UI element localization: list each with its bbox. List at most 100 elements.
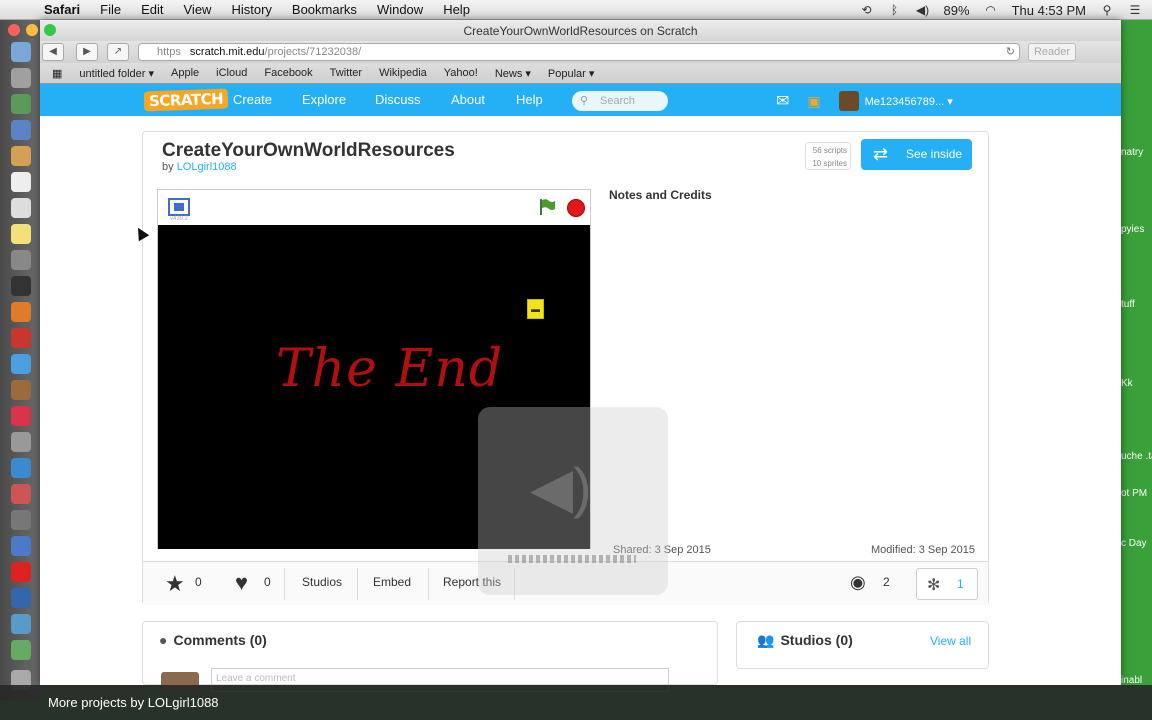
sprite-icon[interactable]: ▬	[527, 299, 544, 319]
desktop-file-label[interactable]: pyies	[1121, 224, 1144, 235]
nav-explore[interactable]: Explore	[302, 92, 346, 107]
wifi-icon[interactable]: ◠	[984, 3, 998, 17]
love-heart-icon[interactable]: ♥	[235, 570, 248, 596]
menu-window[interactable]: Window	[377, 2, 423, 17]
bookmark-news[interactable]: News ▾	[495, 67, 531, 80]
desktop-file-label[interactable]: Kk	[1121, 378, 1133, 389]
minimize-window-button[interactable]	[26, 24, 38, 36]
app-icon[interactable]	[11, 328, 31, 348]
messages-icon[interactable]	[11, 354, 31, 374]
system-preferences-icon[interactable]	[11, 510, 31, 530]
battery-percent[interactable]: 89%	[944, 3, 970, 18]
bookmark-popular[interactable]: Popular ▾	[548, 67, 595, 80]
spotlight-search-icon[interactable]: ⚲	[1100, 3, 1114, 17]
remix-tree-button[interactable]: ✻ 1	[916, 568, 978, 600]
app-icon[interactable]	[11, 640, 31, 660]
app-store-icon[interactable]	[11, 458, 31, 478]
close-window-button[interactable]	[8, 24, 20, 36]
search-input[interactable]: ⚲ Search	[572, 91, 668, 111]
reader-button[interactable]: Reader	[1028, 43, 1076, 61]
help-icon[interactable]	[11, 250, 31, 270]
author-link[interactable]: LOLgirl1088	[177, 161, 237, 173]
desktop-file-label[interactable]: tuff	[1121, 299, 1135, 310]
safari-icon[interactable]	[11, 536, 31, 556]
menu-bar: Safari File Edit View History Bookmarks …	[0, 0, 1152, 20]
quicktime-icon[interactable]	[11, 276, 31, 296]
fullscreen-icon[interactable]	[168, 198, 190, 216]
stop-icon[interactable]	[567, 199, 585, 217]
nav-about[interactable]: About	[451, 92, 485, 107]
more-projects-bar[interactable]: More projects by LOLgirl1088	[0, 685, 1152, 720]
share-icon[interactable]: ↗	[107, 43, 129, 61]
nav-discuss[interactable]: Discuss	[375, 92, 421, 107]
view-all-studios-link[interactable]: View all	[930, 634, 971, 648]
menu-history[interactable]: History	[231, 2, 271, 17]
remix-arrows-icon: ⇄	[873, 144, 889, 164]
bookmark-untitled-folder[interactable]: untitled folder ▾	[79, 67, 154, 80]
messages-icon[interactable]: ✉	[776, 91, 789, 111]
help-icon[interactable]	[11, 432, 31, 452]
calendar-icon[interactable]	[11, 172, 31, 192]
notification-center-icon[interactable]: ☰	[1128, 3, 1142, 17]
forward-button[interactable]: ▶	[76, 43, 98, 61]
app-icon[interactable]	[11, 94, 31, 114]
green-flag-icon[interactable]	[538, 198, 556, 216]
itunes-icon[interactable]	[11, 406, 31, 426]
apple-menu-icon[interactable]	[16, 3, 30, 17]
menu-app-safari[interactable]: Safari	[44, 2, 80, 17]
app-icon[interactable]	[11, 120, 31, 140]
back-button[interactable]: ◀	[42, 43, 64, 61]
nav-create[interactable]: Create	[233, 92, 272, 107]
avatar[interactable]	[838, 91, 859, 111]
desktop-file-label[interactable]: natry	[1121, 147, 1143, 158]
zoom-window-button[interactable]	[44, 24, 56, 36]
nav-help[interactable]: Help	[516, 92, 543, 107]
roblox-studio-icon[interactable]	[11, 588, 31, 608]
desktop-right-edge: natry pyies tuff Kk uche .talk ot PM c D…	[1121, 20, 1152, 685]
textedit-icon[interactable]	[11, 198, 31, 218]
url-scheme: https	[157, 46, 181, 58]
app-icon[interactable]	[11, 614, 31, 634]
menu-view[interactable]: View	[184, 2, 212, 17]
user-menu[interactable]: Me123456789... ▾	[865, 95, 953, 108]
time-machine-icon[interactable]: ⟲	[860, 3, 874, 17]
bookmark-apple[interactable]: Apple	[171, 67, 199, 79]
bookmark-wikipedia[interactable]: Wikipedia	[379, 67, 427, 79]
menu-help[interactable]: Help	[443, 2, 470, 17]
firefox-icon[interactable]	[11, 302, 31, 322]
app-icon[interactable]	[11, 484, 31, 504]
app-icon[interactable]	[11, 146, 31, 166]
bookmark-twitter[interactable]: Twitter	[330, 67, 362, 79]
bluetooth-icon[interactable]: ᛒ	[888, 3, 902, 17]
menu-file[interactable]: File	[100, 2, 121, 17]
show-all-bookmarks-icon[interactable]: ▦	[52, 67, 62, 80]
scratch-logo[interactable]: SCRATCH	[143, 88, 229, 112]
menu-clock[interactable]: Thu 4:53 PM	[1012, 3, 1086, 18]
address-bar[interactable]: https scratch.mit.edu/projects/71232038/…	[138, 43, 1020, 61]
desktop-file-label[interactable]: c Day	[1121, 538, 1147, 549]
by-label: by	[162, 161, 174, 173]
my-stuff-icon[interactable]: ▣	[807, 93, 820, 110]
bookmark-icloud[interactable]: iCloud	[216, 67, 247, 79]
volume-icon[interactable]: ◀)	[916, 3, 930, 17]
reload-icon[interactable]: ↻	[1006, 44, 1015, 60]
see-inside-label: See inside	[906, 147, 963, 161]
menu-bookmarks[interactable]: Bookmarks	[292, 2, 357, 17]
finder-icon[interactable]	[11, 42, 31, 62]
desktop-file-label[interactable]: uche .talk	[1121, 451, 1152, 462]
bookmark-yahoo[interactable]: Yahoo!	[444, 67, 478, 79]
favorite-star-icon[interactable]: ★	[165, 571, 185, 597]
app-icon[interactable]	[11, 380, 31, 400]
launchpad-icon[interactable]	[11, 68, 31, 88]
embed-button[interactable]: Embed	[373, 575, 411, 589]
add-to-studio-button[interactable]: Studios	[302, 575, 342, 589]
menu-edit[interactable]: Edit	[141, 2, 163, 17]
roblox-icon[interactable]	[11, 562, 31, 582]
notes-icon[interactable]	[11, 224, 31, 244]
bookmark-facebook[interactable]: Facebook	[264, 67, 312, 79]
favorites-count: 0	[195, 575, 202, 589]
comments-panel: ● Comments (0) Leave a comment	[142, 621, 718, 692]
see-inside-button[interactable]: ⇄ See inside	[861, 139, 972, 170]
desktop-file-label[interactable]: inabl	[1121, 675, 1142, 685]
desktop-file-label[interactable]: ot PM	[1121, 488, 1147, 499]
